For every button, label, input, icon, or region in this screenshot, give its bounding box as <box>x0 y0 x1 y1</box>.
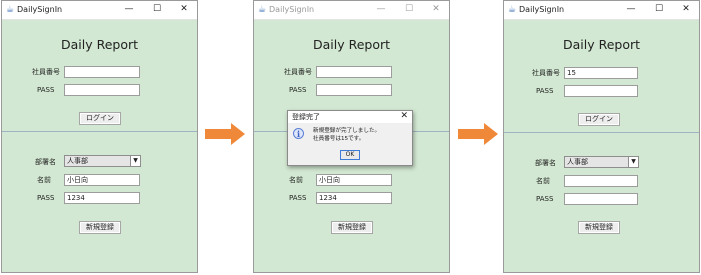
registration-complete-dialog: 登録完了 ✕ i 新規登録が完了しました。 社員番号は15です。 OK <box>287 110 413 166</box>
register-pass-label: PASS <box>37 194 55 202</box>
pass-input[interactable] <box>64 84 140 96</box>
chevron-down-icon[interactable]: ▼ <box>628 157 638 167</box>
java-app-icon: ☕ <box>6 5 15 15</box>
employee-no-label: 社員番号 <box>532 69 560 77</box>
register-pass-label: PASS <box>289 194 307 202</box>
window-title: DailySignIn <box>269 5 315 14</box>
employee-no-label: 社員番号 <box>284 68 312 76</box>
right-arrow-icon <box>205 123 245 145</box>
department-value: 人事部 <box>567 158 588 166</box>
ok-button[interactable]: OK <box>340 150 360 160</box>
employee-no-label: 社員番号 <box>32 68 60 76</box>
section-divider <box>2 131 197 132</box>
page-title: Daily Report <box>312 37 391 52</box>
window-title: DailySignIn <box>17 5 63 14</box>
chevron-down-icon[interactable]: ▼ <box>130 156 140 166</box>
java-app-icon: ☕ <box>258 5 267 15</box>
dialog-message: 新規登録が完了しました。 社員番号は15です。 <box>313 127 380 143</box>
name-input[interactable]: 小日向 <box>316 174 392 186</box>
maximize-button[interactable]: ☐ <box>652 2 666 17</box>
page-title: Daily Report <box>562 37 641 52</box>
close-button[interactable]: ✕ <box>679 2 693 17</box>
window-login-form: ☕ DailySignIn — ☐ ✕ Daily Report 社員番号 PA… <box>1 0 198 273</box>
employee-no-input[interactable] <box>64 66 140 78</box>
dialog-body: i 新規登録が完了しました。 社員番号は15です。 OK <box>288 123 412 165</box>
dialog-close-button[interactable]: ✕ <box>400 111 408 122</box>
window-title: DailySignIn <box>519 5 565 14</box>
page-title: Daily Report <box>60 37 139 52</box>
pass-label: PASS <box>536 87 554 95</box>
register-pass-label: PASS <box>536 195 554 203</box>
pass-input[interactable] <box>564 85 638 97</box>
close-button[interactable]: ✕ <box>177 2 191 17</box>
maximize-button[interactable]: ☐ <box>402 2 416 17</box>
title-bar: ☕ DailySignIn — ☐ ✕ <box>504 1 699 20</box>
maximize-button[interactable]: ☐ <box>150 2 164 17</box>
title-bar: ☕ DailySignIn — ☐ ✕ <box>254 1 449 20</box>
minimize-button[interactable]: — <box>624 2 638 17</box>
pass-label: PASS <box>37 86 55 94</box>
dialog-title: 登録完了 <box>292 113 320 121</box>
name-label: 名前 <box>289 176 303 184</box>
employee-no-input[interactable] <box>316 66 392 78</box>
name-input[interactable] <box>564 175 638 187</box>
register-pass-input[interactable]: 1234 <box>64 192 140 204</box>
close-button[interactable]: ✕ <box>429 2 443 17</box>
info-icon: i <box>293 128 304 139</box>
java-app-icon: ☕ <box>508 5 517 15</box>
department-label: 部署名 <box>535 159 556 167</box>
dialog-message-line-2: 社員番号は15です。 <box>313 136 365 142</box>
department-select[interactable]: 人事部 ▼ <box>564 156 639 168</box>
name-label: 名前 <box>536 177 550 185</box>
register-pass-input[interactable]: 1234 <box>316 192 392 204</box>
pass-label: PASS <box>289 86 307 94</box>
department-select[interactable]: 人事部 ▼ <box>64 155 141 167</box>
department-value: 人事部 <box>67 157 88 165</box>
login-button[interactable]: ログイン <box>79 112 121 125</box>
minimize-button[interactable]: — <box>122 2 136 17</box>
login-button[interactable]: ログイン <box>578 113 620 126</box>
name-label: 名前 <box>37 176 51 184</box>
title-bar: ☕ DailySignIn — ☐ ✕ <box>2 1 197 20</box>
name-input[interactable]: 小日向 <box>64 174 140 186</box>
window-login-prefilled: ☕ DailySignIn — ☐ ✕ Daily Report 社員番号 15… <box>503 0 700 273</box>
pass-input[interactable] <box>316 84 392 96</box>
register-button[interactable]: 新規登録 <box>578 221 620 234</box>
register-button[interactable]: 新規登録 <box>331 221 373 234</box>
register-pass-input[interactable] <box>564 193 638 205</box>
employee-no-input[interactable]: 15 <box>564 67 638 79</box>
section-divider <box>504 132 699 133</box>
right-arrow-icon <box>458 123 498 145</box>
register-button[interactable]: 新規登録 <box>79 221 121 234</box>
department-label: 部署名 <box>35 158 56 166</box>
dialog-message-line-1: 新規登録が完了しました。 <box>313 128 381 134</box>
minimize-button[interactable]: — <box>374 2 388 17</box>
